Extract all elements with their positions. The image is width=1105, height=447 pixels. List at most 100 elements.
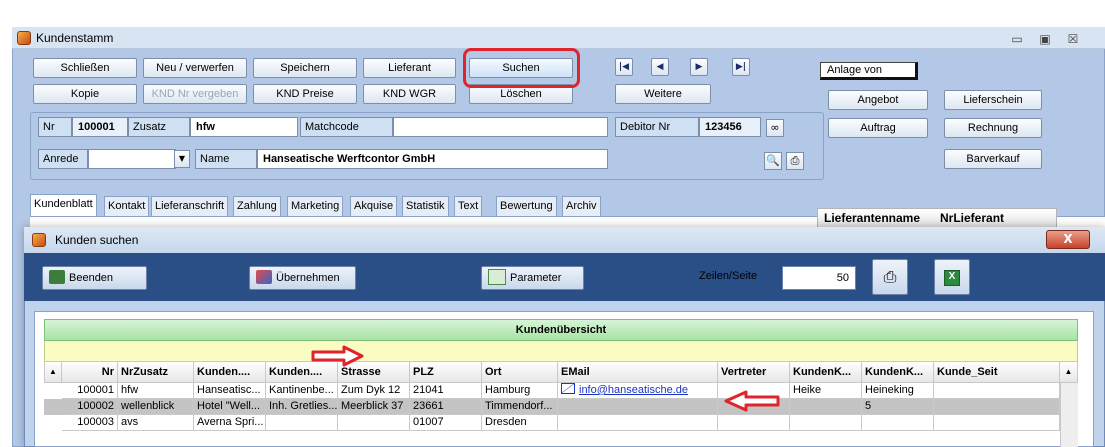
cell-kundenk1 xyxy=(790,399,862,415)
cell-email[interactable]: info@hanseatische.de xyxy=(558,383,718,399)
lieferschein-button[interactable]: Lieferschein xyxy=(944,90,1042,110)
tab-marketing[interactable]: Marketing xyxy=(287,196,344,216)
knd-preise-button[interactable]: KND Preise xyxy=(253,84,357,104)
beenden-button[interactable]: Beenden xyxy=(42,266,147,290)
auftrag-button[interactable]: Auftrag xyxy=(828,118,928,138)
nrlieferant-header[interactable]: NrLieferant xyxy=(940,211,1004,225)
mail-icon xyxy=(561,383,575,394)
left-arrow-annotation xyxy=(724,390,780,412)
cell-kunden2: Kantinenbe... xyxy=(266,383,338,399)
cell-kunde-seit xyxy=(934,415,1060,431)
cell-plz: 21041 xyxy=(410,383,482,399)
cell-vertreter xyxy=(718,415,790,431)
cell-strasse: Meerblick 37 xyxy=(338,399,410,415)
minimize-icon[interactable]: ▭ xyxy=(1006,30,1028,48)
kopie-button[interactable]: Kopie xyxy=(33,84,137,104)
cell-strasse xyxy=(338,415,410,431)
maximize-icon[interactable]: ▣ xyxy=(1034,30,1056,48)
neu-verwerfen-button[interactable]: Neu / verwerfen xyxy=(143,58,247,78)
grid-scrollbar[interactable] xyxy=(1060,383,1078,447)
tab-text[interactable]: Text xyxy=(454,196,483,216)
cell-kundenk1: Heike xyxy=(790,383,862,399)
window-title: Kundenstamm xyxy=(36,31,114,45)
column-header-plz[interactable]: PLZ xyxy=(410,361,482,383)
cell-nrzusatz: wellenblick xyxy=(118,399,194,415)
column-header-kundenk2[interactable]: KundenK... xyxy=(862,361,934,383)
checklist-icon xyxy=(488,269,506,286)
sort-up-icon[interactable]: ▲ xyxy=(44,361,62,383)
cell-email xyxy=(558,399,718,415)
print-icon[interactable]: ⎙ xyxy=(872,259,908,295)
rechnung-button[interactable]: Rechnung xyxy=(944,118,1042,138)
uebernehmen-button[interactable]: Übernehmen xyxy=(249,266,356,290)
cell-plz: 01007 xyxy=(410,415,482,431)
zeilen-seite-label: Zeilen/Seite xyxy=(699,270,758,282)
tab-akquise[interactable]: Akquise xyxy=(350,196,398,216)
tab-kontakt[interactable]: Kontakt xyxy=(104,196,150,216)
email-link[interactable]: info@hanseatische.de xyxy=(579,384,688,396)
glasses-icon[interactable]: ∞ xyxy=(766,119,784,137)
barverkauf-button[interactable]: Barverkauf xyxy=(944,149,1042,169)
prev-record-icon[interactable]: ◀ xyxy=(651,58,669,76)
parameter-label: Parameter xyxy=(510,272,562,284)
cell-nrzusatz: hfw xyxy=(118,383,194,399)
nr-label: Nr xyxy=(38,117,72,137)
close-icon[interactable]: ☒ xyxy=(1062,30,1084,48)
cell-kunde-seit xyxy=(934,399,1060,415)
dialog-close-icon[interactable]: X xyxy=(1046,230,1090,249)
tab-lieferanschrift[interactable]: Lieferanschrift xyxy=(151,196,229,216)
anlage-von-field[interactable]: Anlage von xyxy=(820,62,918,80)
zusatz-field[interactable]: hfw xyxy=(190,117,298,137)
column-header-vertreter[interactable]: Vertreter xyxy=(718,361,790,383)
tab-bewertung[interactable]: Bewertung xyxy=(496,196,557,216)
cell-kundenk1 xyxy=(790,415,862,431)
zeilen-seite-input[interactable]: 50 xyxy=(782,266,856,290)
tab-statistik[interactable]: Statistik xyxy=(402,196,449,216)
knd-wgr-button[interactable]: KND WGR xyxy=(363,84,456,104)
nr-field[interactable]: 100001 xyxy=(72,117,128,137)
right-arrow-annotation xyxy=(311,345,364,367)
anrede-select[interactable] xyxy=(88,149,176,169)
matchcode-field[interactable] xyxy=(393,117,608,137)
speichern-button[interactable]: Speichern xyxy=(253,58,357,78)
tab-archiv[interactable]: Archiv xyxy=(562,196,601,216)
first-record-icon[interactable]: |◀ xyxy=(615,58,633,76)
zusatz-label: Zusatz xyxy=(128,117,190,137)
cell-kunden1: Averna Spri... xyxy=(194,415,266,431)
debitor-nr-field[interactable]: 123456 xyxy=(699,117,761,137)
lieferant-button[interactable]: Lieferant xyxy=(363,58,456,78)
lieferantenname-header[interactable]: Lieferantenname xyxy=(824,211,920,225)
column-header-nr[interactable]: Nr xyxy=(62,361,118,383)
grid-filter-row[interactable] xyxy=(44,341,1078,361)
knd-nr-vergeben-button[interactable]: KND Nr vergeben xyxy=(143,84,247,104)
schliessen-button[interactable]: Schließen xyxy=(33,58,137,78)
printer-icon[interactable]: ⎙ xyxy=(786,152,804,170)
cell-strasse: Zum Dyk 12 xyxy=(338,383,410,399)
column-header-kunden1[interactable]: Kunden.... xyxy=(194,361,266,383)
print-preview-icon[interactable]: 🔍 xyxy=(764,152,782,170)
tab-kundenblatt[interactable]: Kundenblatt xyxy=(30,194,97,216)
column-header-kundenk1[interactable]: KundenK... xyxy=(790,361,862,383)
column-header-ort[interactable]: Ort xyxy=(482,361,558,383)
column-header-nrzusatz[interactable]: NrZusatz xyxy=(118,361,194,383)
cell-ort: Dresden xyxy=(482,415,558,431)
tab-zahlung[interactable]: Zahlung xyxy=(233,196,281,216)
excel-icon[interactable]: X xyxy=(934,259,970,295)
cell-nr: 100001 xyxy=(62,383,118,399)
name-field[interactable]: Hanseatische Werftcontor GmbH xyxy=(257,149,608,169)
cell-kunden1: Hanseatisc... xyxy=(194,383,266,399)
scroll-up-icon[interactable]: ▲ xyxy=(1060,361,1078,383)
beenden-label: Beenden xyxy=(69,272,114,284)
exit-icon xyxy=(49,270,65,285)
column-header-email[interactable]: EMail xyxy=(558,361,718,383)
parameter-button[interactable]: Parameter xyxy=(481,266,584,290)
cell-kunden1: Hotel "Well... xyxy=(194,399,266,415)
column-header-kunde-seit[interactable]: Kunde_Seit xyxy=(934,361,1060,383)
next-record-icon[interactable]: ▶ xyxy=(690,58,708,76)
cell-kundenk2 xyxy=(862,415,934,431)
last-record-icon[interactable]: ▶| xyxy=(732,58,750,76)
weitere-button[interactable]: Weitere xyxy=(615,84,711,104)
chevron-down-icon[interactable]: ▼ xyxy=(174,150,190,168)
dialog-titlebar xyxy=(24,227,1105,253)
angebot-button[interactable]: Angebot xyxy=(828,90,928,110)
